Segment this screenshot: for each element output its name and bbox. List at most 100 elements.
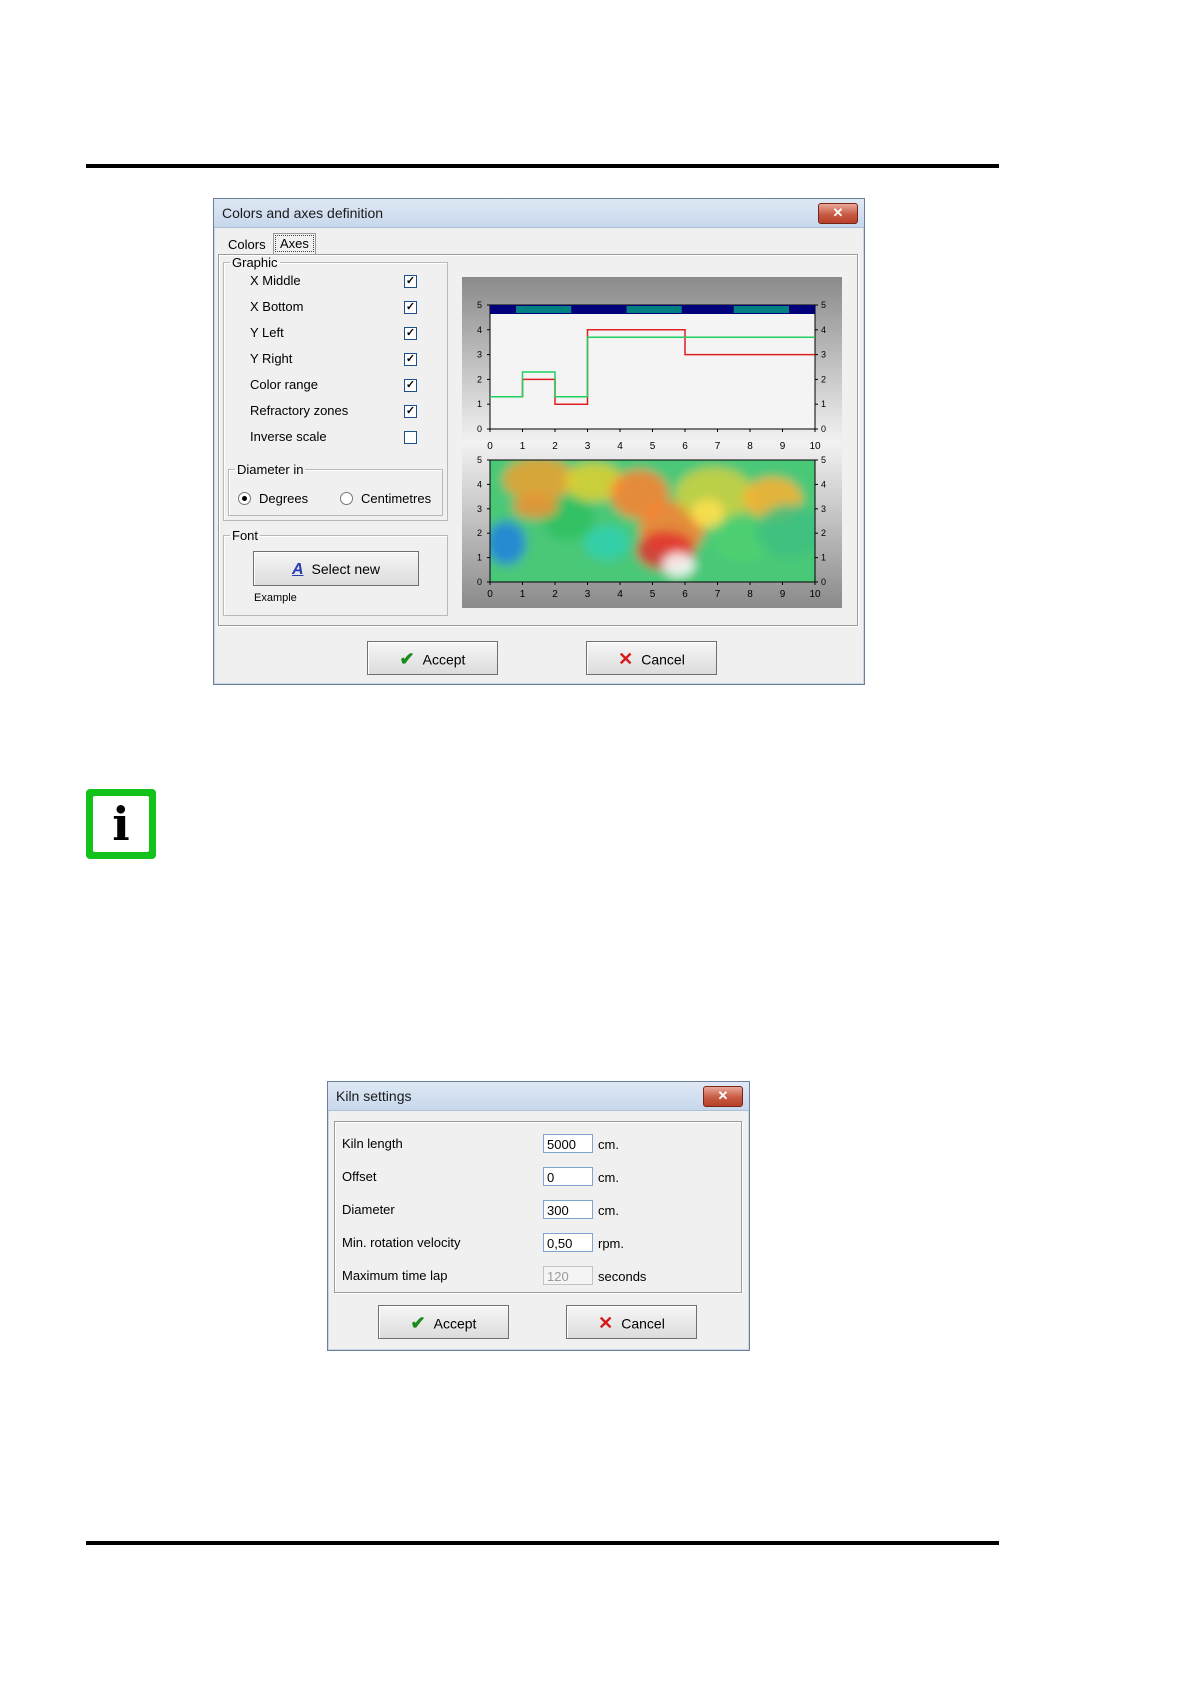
kiln-field-label: Offset (342, 1169, 377, 1184)
chart-preview: 0 0 1 1 2 2 3 3 4 4 5 5 0 1 2 3 4 5 6 7 8 9 10 001122334455012… (462, 277, 842, 608)
centimetres-label[interactable]: Centimetres (361, 491, 431, 506)
checkmark-icon: ✔ (399, 649, 415, 670)
y-tick-label-right: 4 (821, 325, 826, 335)
x-tick-label: 9 (780, 589, 786, 600)
accept-button[interactable]: ✔ Accept (367, 641, 498, 675)
x-tick-label: 4 (617, 441, 623, 452)
kiln-field-input[interactable]: 5000 (543, 1134, 593, 1153)
kiln-field-input[interactable]: 0 (543, 1167, 593, 1186)
graphic-option-checkbox[interactable]: ✓ (404, 275, 417, 288)
degrees-label[interactable]: Degrees (259, 491, 308, 506)
page-top-rule (86, 164, 999, 168)
x-tick-label: 3 (585, 589, 591, 600)
preview-charts: 0 01 12 23 34 45 50 1 2 3 4 5 6 7 8 9 10 0 01 12 23 34 45 50 1 2… (462, 277, 842, 608)
y-tick-label-right: 1 (821, 553, 826, 563)
cancel-label: Cancel (621, 1315, 665, 1332)
y-tick-label-right: 4 (821, 479, 826, 489)
heatmap-cell (490, 521, 526, 565)
info-glyph: i (93, 796, 149, 852)
graphic-option-label[interactable]: Refractory zones (250, 403, 348, 418)
radio-dot (242, 496, 247, 501)
x-tick-label: 1 (520, 441, 526, 452)
diameter-legend: Diameter in (237, 462, 304, 477)
plot-area (489, 304, 816, 430)
y-tick-label-left: 3 (477, 504, 482, 514)
diameter-group: Diameter in (228, 462, 443, 516)
select-new-font-button[interactable]: A Select new (253, 551, 419, 586)
x-tick-label: 0 (487, 441, 493, 452)
x-tick-label: 8 (747, 589, 753, 600)
kiln-field-unit: cm. (598, 1170, 619, 1185)
kiln-field-input: 120 (543, 1266, 593, 1285)
y-tick-label-right: 3 (821, 350, 826, 360)
y-tick-label-left: 4 (477, 325, 482, 335)
y-tick-label-right: 5 (821, 300, 826, 310)
kiln-field-label: Min. rotation velocity (342, 1235, 461, 1250)
x-tick-label: 10 (809, 589, 821, 600)
font-icon: A (291, 560, 304, 578)
checkmark-icon: ✔ (410, 1313, 426, 1334)
refractory-zone (516, 306, 572, 313)
y-tick-label-right: 5 (821, 455, 826, 465)
heatmap-chart: 0 01 12 23 34 45 50 1 2 3 4 5 6 7 8 9 10 (477, 455, 826, 600)
x-tick-label: 1 (520, 589, 526, 600)
centimetres-radio[interactable] (340, 492, 353, 505)
heatmap-cells (490, 460, 815, 582)
font-example: Example (254, 592, 297, 604)
accept-button[interactable]: ✔ Accept (378, 1305, 509, 1339)
close-icon[interactable]: ✕ (818, 203, 858, 224)
accept-label: Accept (433, 1315, 477, 1332)
kiln-field-input[interactable]: 0,50 (543, 1233, 593, 1252)
kiln-field-label: Diameter (342, 1202, 395, 1217)
y-tick-label-right: 0 (821, 424, 826, 434)
tab-axes[interactable]: Axes (273, 233, 316, 254)
dialog-title: Colors and axes definition (222, 205, 384, 221)
heatmap-blur (490, 460, 815, 582)
graphic-option-label[interactable]: Inverse scale (250, 429, 327, 444)
graphic-option-checkbox[interactable]: ✓ (404, 301, 417, 314)
x-tick-label: 6 (682, 441, 688, 452)
y-tick-label-right: 2 (821, 528, 826, 538)
cancel-button[interactable]: ✕ Cancel (566, 1305, 697, 1339)
graphic-option-checkbox[interactable]: ✓ (404, 327, 417, 340)
dialog-title: Kiln settings (336, 1088, 412, 1104)
y-tick-label-left: 4 (477, 479, 482, 489)
heatmap-cell (662, 552, 695, 578)
x-tick-label: 4 (617, 589, 623, 600)
dialog-titlebar: Kiln settings ✕ (328, 1082, 749, 1111)
x-tick-label: 7 (715, 441, 721, 452)
heatmap-cell (691, 499, 724, 529)
x-tick-label: 2 (552, 441, 558, 452)
cancel-button[interactable]: ✕ Cancel (586, 641, 717, 675)
cross-icon: ✕ (618, 649, 634, 670)
kiln-field-input[interactable]: 300 (543, 1200, 593, 1219)
tab-colors[interactable]: Colors (222, 235, 272, 255)
graphic-option-checkbox[interactable]: ✓ (404, 405, 417, 418)
y-tick-label-left: 1 (477, 553, 482, 563)
cancel-label: Cancel (641, 651, 685, 668)
refractory-zone (626, 306, 682, 313)
graphic-option-label[interactable]: Y Right (250, 351, 292, 366)
x-tick-label: 6 (682, 589, 688, 600)
graphic-option-label[interactable]: Y Left (250, 325, 284, 340)
graphic-option-checkbox[interactable] (404, 431, 417, 444)
y-tick-label-left: 0 (477, 577, 482, 587)
kiln-field-unit: rpm. (598, 1236, 624, 1251)
graphic-option-checkbox[interactable]: ✓ (404, 353, 417, 366)
dialog-titlebar: Colors and axes definition ✕ (214, 199, 864, 228)
close-icon[interactable]: ✕ (703, 1086, 743, 1107)
info-icon: i (86, 789, 156, 859)
graphic-option-label[interactable]: Color range (250, 377, 318, 392)
graphic-option-label[interactable]: X Bottom (250, 299, 303, 314)
x-tick-label: 5 (650, 589, 656, 600)
colors-axes-dialog: Colors and axes definition ✕ Colors Axes… (213, 198, 865, 685)
y-tick-label-left: 5 (477, 300, 482, 310)
degrees-radio[interactable] (238, 492, 251, 505)
graphic-option-label[interactable]: X Middle (250, 273, 301, 288)
y-tick-label-left: 2 (477, 374, 482, 384)
x-tick-label: 10 (809, 441, 821, 452)
cross-icon: ✕ (598, 1313, 614, 1334)
graphic-option-checkbox[interactable]: ✓ (404, 379, 417, 392)
heatmap-cell (512, 494, 559, 519)
y-tick-label-left: 3 (477, 350, 482, 360)
